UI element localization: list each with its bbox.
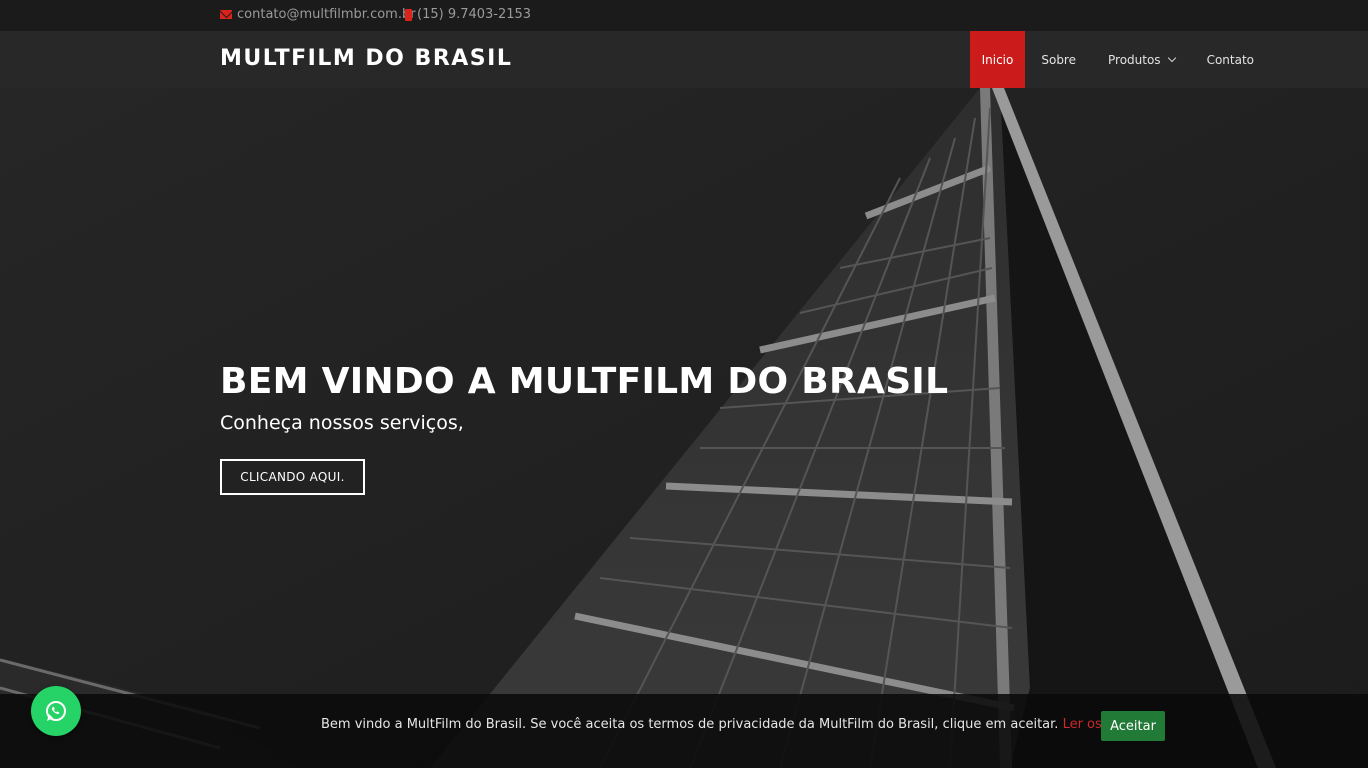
envelope-icon [220, 10, 232, 19]
nav-item-contato[interactable]: Contato [1191, 31, 1270, 88]
hero-title: BEM VINDO A MULTFILM DO BRASIL [220, 361, 949, 402]
site-logo[interactable]: MULTFILM DO BRASIL [220, 46, 512, 71]
hero-building-image [0, 88, 1368, 768]
nav-item-produtos-label: Produtos [1108, 52, 1161, 67]
top-contact-bar: contato@multfilmbr.com.br (15) 9.7403-21… [0, 0, 1368, 31]
hero-section: BEM VINDO A MULTFILM DO BRASIL Conheça n… [0, 88, 1368, 768]
whatsapp-button[interactable] [31, 686, 81, 736]
hero-subtitle: Conheça nossos serviços, [220, 412, 464, 434]
phone-text[interactable]: (15) 9.7403-2153 [417, 7, 531, 22]
nav-item-sobre[interactable]: Sobre [1025, 31, 1092, 88]
contact-phone[interactable]: (15) 9.7403-2153 [405, 7, 531, 22]
cookie-message-text: Bem vindo a MultFilm do Brasil. Se você … [321, 717, 1063, 732]
accept-cookies-button[interactable]: Aceitar [1101, 711, 1165, 741]
whatsapp-icon [46, 701, 66, 721]
nav-item-inicio[interactable]: Inicio [969, 31, 1026, 88]
main-navbar: MULTFILM DO BRASIL Inicio Sobre Produtos… [0, 31, 1368, 88]
chevron-down-icon [1167, 53, 1176, 62]
mobile-phone-icon [405, 8, 412, 21]
hero-cta-button[interactable]: CLICANDO AQUI. [220, 459, 365, 495]
nav-item-produtos[interactable]: Produtos [1092, 31, 1191, 88]
cookie-message: Bem vindo a MultFilm do Brasil. Se você … [321, 717, 1156, 732]
contact-email[interactable]: contato@multfilmbr.com.br [220, 7, 416, 22]
email-text[interactable]: contato@multfilmbr.com.br [237, 7, 416, 22]
nav-menu: Inicio Sobre Produtos Contato [969, 31, 1270, 88]
